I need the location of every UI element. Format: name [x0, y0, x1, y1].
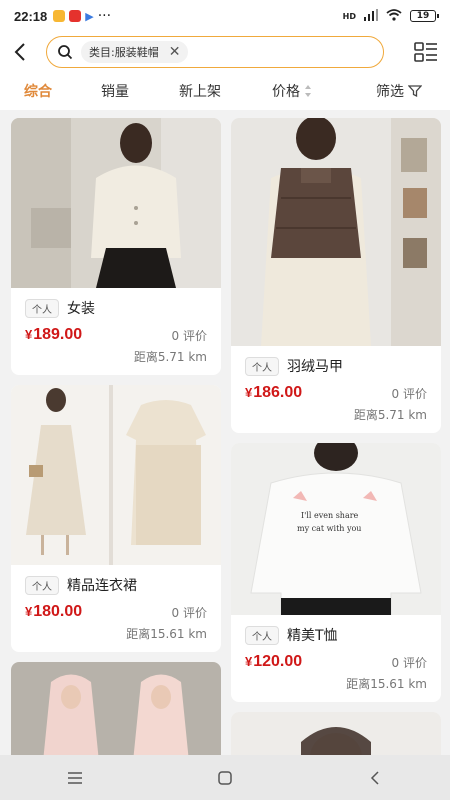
sort-arrows-icon — [305, 85, 311, 97]
product-image: I'll even share my cat with you — [231, 443, 441, 615]
filter-icon — [408, 85, 422, 98]
tab-label: 价格 — [272, 84, 300, 100]
product-column-right: 个人 羽绒马甲 ¥186.00 0 评价 距离5.71 km I'll even… — [231, 118, 441, 755]
network-type: HD — [342, 11, 356, 21]
seller-type-tag: 个人 — [25, 575, 59, 595]
product-name: 精品连衣裙 — [67, 578, 137, 594]
svg-text:my cat with you: my cat with you — [297, 524, 361, 533]
product-image — [11, 662, 221, 755]
list-grid-icon — [414, 42, 437, 62]
product-card[interactable]: 个人 女装 ¥189.00 0 评价 距离5.71 km — [11, 118, 221, 375]
close-icon[interactable]: ✕ — [169, 44, 181, 60]
product-image — [11, 118, 221, 288]
tab-label: 销量 — [101, 84, 129, 100]
home-square-icon — [218, 770, 232, 785]
layout-toggle-button[interactable] — [414, 40, 438, 64]
seller-type-tag: 个人 — [245, 356, 279, 376]
review-count: 0 评价 — [171, 328, 207, 343]
distance-label: 距离15.61 km — [346, 677, 427, 691]
product-image — [11, 385, 221, 565]
product-price: ¥186.00 — [245, 384, 303, 401]
product-name: 精美T恤 — [287, 628, 338, 644]
product-price: ¥180.00 — [25, 603, 83, 620]
menu-button[interactable] — [55, 763, 95, 793]
tab-price[interactable]: 价格 — [272, 81, 312, 101]
product-image — [231, 712, 441, 755]
product-grid: 个人 女装 ¥189.00 0 评价 距离5.71 km 个人 精品连衣裙 ¥1… — [0, 110, 450, 755]
distance-label: 距离5.71 km — [353, 408, 427, 422]
back-button[interactable] — [0, 32, 40, 72]
product-image — [231, 118, 441, 346]
tab-sales[interactable]: 销量 — [101, 81, 129, 101]
more-dots-icon: ··· — [97, 8, 112, 24]
sort-filter-tabs: 综合 销量 新上架 价格 筛选 — [0, 72, 450, 110]
tab-label: 综合 — [24, 84, 52, 100]
product-card[interactable]: 个人 精品连衣裙 ¥180.00 0 评价 距离15.61 km — [11, 385, 221, 652]
review-count: 0 评价 — [171, 605, 207, 620]
app-notification-icon — [53, 10, 66, 22]
product-name: 女装 — [67, 301, 95, 317]
product-card[interactable] — [231, 712, 441, 755]
product-name: 羽绒马甲 — [287, 359, 343, 375]
distance-label: 距离5.71 km — [133, 350, 207, 364]
back-nav-button[interactable] — [355, 763, 395, 793]
status-time: 22:18 — [14, 8, 48, 24]
battery-icon: 19 — [410, 10, 439, 22]
search-header: 类目:服装鞋帽 ✕ — [0, 32, 450, 72]
tab-comprehensive[interactable]: 综合 — [24, 81, 52, 101]
seller-type-tag: 个人 — [245, 625, 279, 645]
review-count: 0 评价 — [391, 655, 427, 670]
category-chip-label: 类目:服装鞋帽 — [89, 46, 159, 59]
seller-type-tag: 个人 — [25, 298, 59, 318]
search-icon — [58, 45, 73, 60]
tab-label: 新上架 — [179, 84, 221, 100]
play-icon: ▶ — [85, 9, 94, 23]
back-arrow-icon — [14, 43, 25, 61]
wifi-icon — [386, 8, 402, 24]
product-column-left: 个人 女装 ¥189.00 0 评价 距离5.71 km 个人 精品连衣裙 ¥1… — [11, 118, 221, 755]
category-filter-chip[interactable]: 类目:服装鞋帽 ✕ — [81, 41, 189, 63]
system-navigation-bar — [0, 755, 450, 800]
product-card[interactable]: I'll even share my cat with you 个人 精美T恤 … — [231, 443, 441, 702]
review-count: 0 评价 — [391, 386, 427, 401]
product-card[interactable] — [11, 662, 221, 755]
status-bar: 22:18 ▶ ··· HD 19 — [0, 0, 450, 32]
product-price: ¥120.00 — [245, 653, 303, 670]
app-notification-icon — [69, 10, 82, 22]
back-triangle-icon — [370, 770, 379, 785]
product-card[interactable]: 个人 羽绒马甲 ¥186.00 0 评价 距离5.71 km — [231, 118, 441, 433]
distance-label: 距离15.61 km — [126, 627, 207, 641]
home-button[interactable] — [205, 763, 245, 793]
product-price: ¥189.00 — [25, 326, 83, 343]
svg-text:I'll even share: I'll even share — [301, 511, 359, 520]
tab-label: 筛选 — [376, 84, 404, 100]
tab-new-arrivals[interactable]: 新上架 — [179, 81, 221, 101]
search-bar[interactable]: 类目:服装鞋帽 ✕ — [46, 36, 384, 68]
menu-icon — [68, 771, 82, 784]
tab-filter[interactable]: 筛选 — [376, 81, 422, 101]
signal-icon — [364, 8, 378, 24]
